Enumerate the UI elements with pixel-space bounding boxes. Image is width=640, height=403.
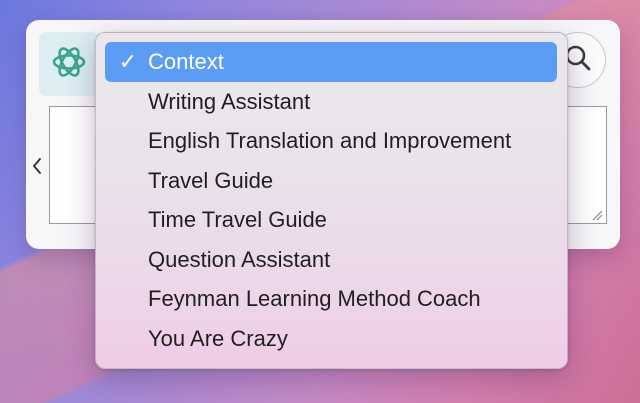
menu-item-label: Context <box>148 49 224 74</box>
menu-item-context[interactable]: ✓ Context <box>105 42 557 82</box>
chatgpt-logo-icon <box>49 42 89 87</box>
menu-item-travel-guide[interactable]: Travel Guide <box>105 161 557 201</box>
menu-item-time-travel-guide[interactable]: Time Travel Guide <box>105 200 557 240</box>
resize-grip-icon[interactable] <box>591 208 603 221</box>
menu-item-label: Question Assistant <box>148 246 331 272</box>
chevron-left-icon <box>32 157 42 180</box>
menu-item-label: Feynman Learning Method Coach <box>148 286 481 311</box>
menu-item-writing-assistant[interactable]: Writing Assistant <box>105 82 557 122</box>
menu-item-question-assistant[interactable]: Question Assistant <box>105 240 557 280</box>
menu-item-label: Time Travel Guide <box>148 207 327 232</box>
menu-item-label: Writing Assistant <box>148 88 311 114</box>
prompt-template-menu: ✓ Context Writing Assistant English Tran… <box>95 32 568 369</box>
menu-item-label: You Are Crazy <box>148 325 288 351</box>
menu-item-you-are-crazy[interactable]: You Are Crazy <box>105 319 557 359</box>
menu-item-english-translation[interactable]: English Translation and Improvement <box>105 121 557 161</box>
menu-item-feynman-coach[interactable]: Feynman Learning Method Coach <box>105 279 557 319</box>
checkmark-icon: ✓ <box>118 49 138 74</box>
menu-item-label: Travel Guide <box>148 167 274 193</box>
back-button[interactable] <box>31 157 43 180</box>
menu-item-label: English Translation and Improvement <box>148 128 512 153</box>
app-logo <box>39 32 99 96</box>
